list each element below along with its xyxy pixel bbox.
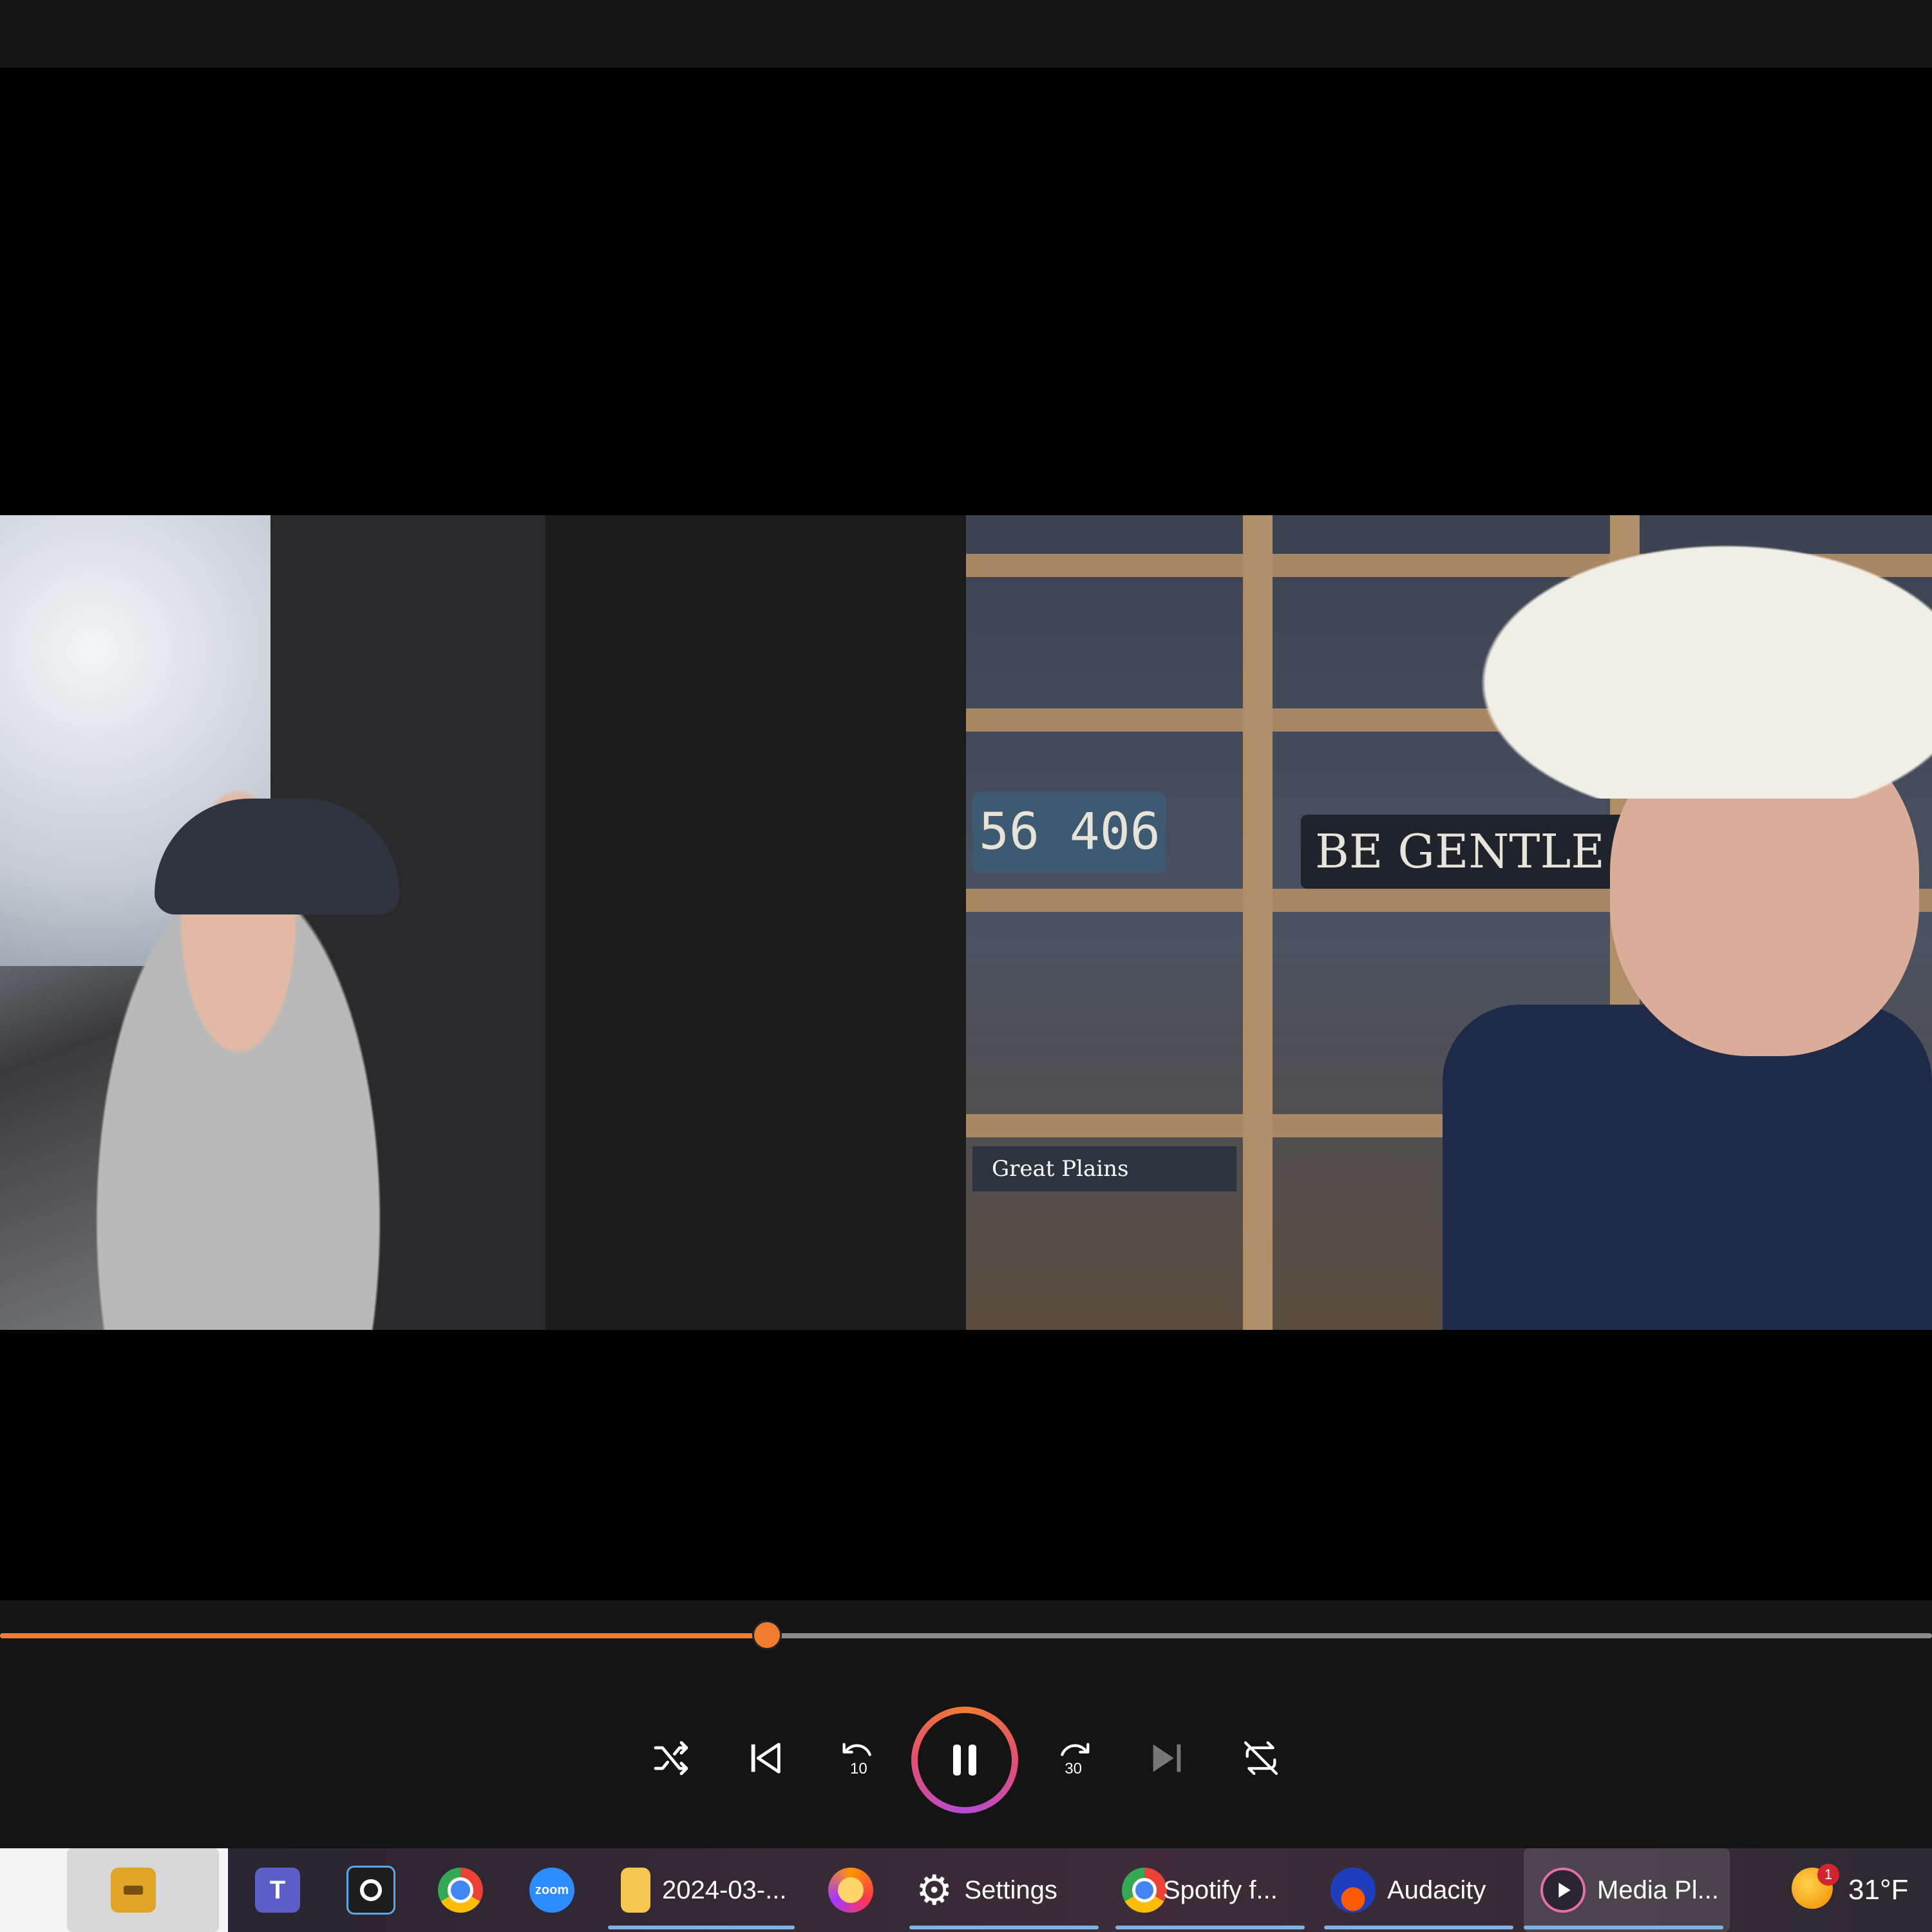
file-explorer-label: 2024-03-... bbox=[662, 1875, 787, 1904]
gear-icon: ⚙ bbox=[916, 1866, 953, 1913]
settings-label: Settings bbox=[964, 1875, 1057, 1904]
media-player-play-glyph bbox=[1558, 1882, 1571, 1898]
participant-video-left bbox=[0, 515, 545, 1330]
chrome-spotify-icon bbox=[1122, 1868, 1167, 1913]
taskbar-chrome-spotify[interactable]: Spotify f... bbox=[1115, 1848, 1305, 1932]
briefcase-icon bbox=[111, 1868, 156, 1913]
taskbar-settings[interactable]: ⚙ Settings bbox=[909, 1848, 1099, 1932]
briefcase-icon-clasp bbox=[124, 1886, 143, 1895]
weather-badge: 1 bbox=[1817, 1864, 1839, 1886]
skip-back-10-icon: 10 bbox=[842, 1743, 871, 1777]
previous-button[interactable] bbox=[739, 1732, 791, 1784]
taskbar-audacity[interactable]: Audacity bbox=[1324, 1848, 1513, 1932]
shuffle-icon bbox=[654, 1741, 688, 1776]
weather-temp: 31°F bbox=[1848, 1874, 1909, 1906]
shelf-post bbox=[1243, 515, 1273, 1330]
wall-sign: BE GENTLE STAY FI bbox=[1301, 815, 1650, 889]
taskbar-teams[interactable]: T bbox=[255, 1848, 300, 1932]
spotify-label: Spotify f... bbox=[1163, 1875, 1278, 1904]
participant-right-hat bbox=[1417, 515, 1932, 799]
firefox-icon bbox=[828, 1868, 873, 1913]
seek-bar-thumb[interactable] bbox=[752, 1620, 782, 1650]
participant-video-right: 56 406 BE GENTLE STAY FI Great Plains bbox=[966, 515, 1932, 1330]
taskbar-file-explorer[interactable]: 2024-03-... bbox=[608, 1848, 795, 1932]
taskbar-item-indicator bbox=[1324, 1926, 1513, 1929]
participant-right-vest bbox=[1443, 1005, 1932, 1330]
previous-icon bbox=[751, 1743, 781, 1774]
taskbar-zoom[interactable]: zoom bbox=[529, 1848, 574, 1932]
media-player-label: Media Pl... bbox=[1597, 1875, 1719, 1904]
taskbar-quick-assist[interactable] bbox=[346, 1848, 395, 1932]
seek-bar-progress bbox=[0, 1633, 767, 1638]
firefox-icon-center bbox=[838, 1877, 864, 1903]
skip-forward-label: 30 bbox=[1065, 1760, 1082, 1777]
repeat-button[interactable] bbox=[1235, 1732, 1287, 1784]
audacity-icon bbox=[1331, 1868, 1376, 1913]
skip-forward-button[interactable]: 30 bbox=[1048, 1732, 1100, 1784]
folder-icon bbox=[621, 1868, 650, 1913]
quick-assist-icon bbox=[346, 1866, 395, 1915]
skip-forward-30-icon: 30 bbox=[1061, 1743, 1090, 1777]
chrome-icon-center bbox=[448, 1877, 473, 1903]
pause-button-inner bbox=[918, 1713, 1012, 1807]
video-gap bbox=[545, 515, 966, 1330]
skip-back-button[interactable]: 10 bbox=[832, 1732, 884, 1784]
taskbar-chrome[interactable] bbox=[438, 1848, 483, 1932]
repeat-icon bbox=[1244, 1741, 1278, 1776]
quick-assist-icon-ring bbox=[360, 1879, 382, 1901]
weather-icon-wrapper: 1 bbox=[1792, 1864, 1839, 1913]
taskbar-item-indicator bbox=[1524, 1926, 1723, 1929]
audacity-label: Audacity bbox=[1387, 1875, 1486, 1904]
taskbar-item-indicator bbox=[909, 1926, 1099, 1929]
taskbar-media-player[interactable]: Media Pl... bbox=[1524, 1848, 1723, 1932]
license-plate: 56 406 bbox=[972, 792, 1166, 873]
skip-back-label: 10 bbox=[850, 1760, 867, 1777]
pause-icon bbox=[953, 1745, 976, 1776]
taskbar-item-indicator bbox=[1115, 1926, 1305, 1929]
media-player-icon bbox=[1540, 1868, 1586, 1913]
window-titlebar bbox=[0, 0, 1932, 68]
teams-icon: T bbox=[255, 1868, 300, 1913]
taskbar-work-briefcase[interactable] bbox=[111, 1848, 156, 1932]
book-spine: Great Plains bbox=[972, 1146, 1236, 1191]
seek-bar[interactable] bbox=[0, 1633, 1932, 1638]
next-icon bbox=[1153, 1744, 1181, 1772]
chrome-spotify-icon-center bbox=[1132, 1878, 1157, 1902]
next-button[interactable] bbox=[1141, 1732, 1193, 1784]
taskbar-item-indicator bbox=[608, 1926, 795, 1929]
chrome-icon bbox=[438, 1868, 483, 1913]
zoom-icon: zoom bbox=[529, 1868, 574, 1913]
shuffle-button[interactable] bbox=[645, 1732, 697, 1784]
pause-button[interactable] bbox=[911, 1707, 1018, 1814]
taskbar-firefox[interactable] bbox=[828, 1848, 873, 1932]
taskbar-weather[interactable]: 1 31°F bbox=[1792, 1848, 1908, 1932]
